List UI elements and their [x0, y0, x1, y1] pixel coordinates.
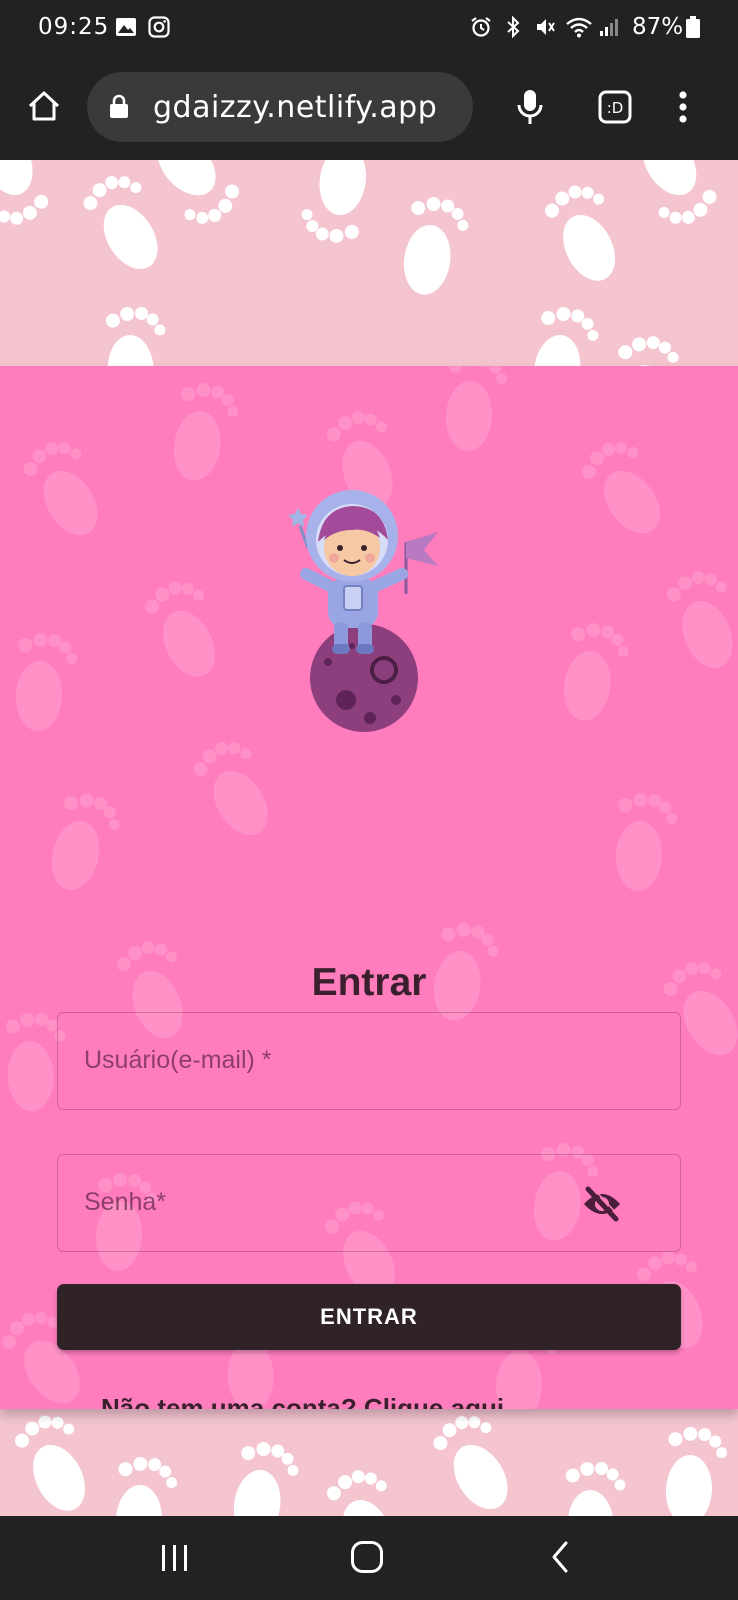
signup-link[interactable]: Não tem uma conta? Clique aqui — [101, 1393, 504, 1409]
gallery-icon — [116, 18, 136, 36]
login-title: Entrar — [311, 961, 427, 1004]
address-bar[interactable]: gdaizzy.netlify.app — [87, 72, 473, 142]
tabs-icon[interactable]: :D — [598, 90, 632, 124]
svg-text::D: :D — [607, 99, 624, 117]
username-placeholder: Usuário(e-mail) * — [84, 1046, 272, 1074]
page-content: Entrar Usuário(e-mail) * Senha* ENTRAR N… — [0, 160, 738, 1516]
system-nav-bar — [0, 1516, 738, 1600]
password-placeholder: Senha* — [84, 1188, 167, 1216]
home-nav-icon[interactable] — [350, 1540, 384, 1574]
back-icon[interactable] — [550, 1540, 570, 1574]
wifi-icon — [566, 17, 592, 38]
status-time: 09:25 — [38, 14, 110, 40]
browser-toolbar: gdaizzy.netlify.app :D — [0, 60, 738, 160]
battery-percentage: 87% — [632, 14, 684, 40]
status-bar: 09:25 87% — [0, 0, 738, 60]
mute-icon — [537, 19, 555, 35]
recent-apps-icon[interactable] — [159, 1543, 191, 1573]
instagram-icon — [148, 16, 170, 38]
login-card: Entrar Usuário(e-mail) * Senha* ENTRAR N… — [0, 366, 738, 1409]
alarm-icon — [471, 17, 491, 37]
login-button[interactable]: ENTRAR — [57, 1284, 681, 1350]
visibility-off-icon[interactable] — [582, 1186, 622, 1222]
battery-icon — [686, 16, 700, 38]
astronaut-illustration — [288, 490, 438, 732]
microphone-icon[interactable] — [516, 88, 544, 126]
signal-icon — [600, 19, 618, 36]
url-text: gdaizzy.netlify.app — [153, 90, 438, 125]
overflow-menu-icon[interactable] — [678, 90, 688, 124]
home-icon[interactable] — [26, 88, 62, 124]
bluetooth-icon — [507, 16, 520, 38]
lock-icon — [110, 94, 128, 118]
password-field[interactable]: Senha* — [57, 1154, 681, 1252]
username-field[interactable]: Usuário(e-mail) * — [57, 1012, 681, 1110]
